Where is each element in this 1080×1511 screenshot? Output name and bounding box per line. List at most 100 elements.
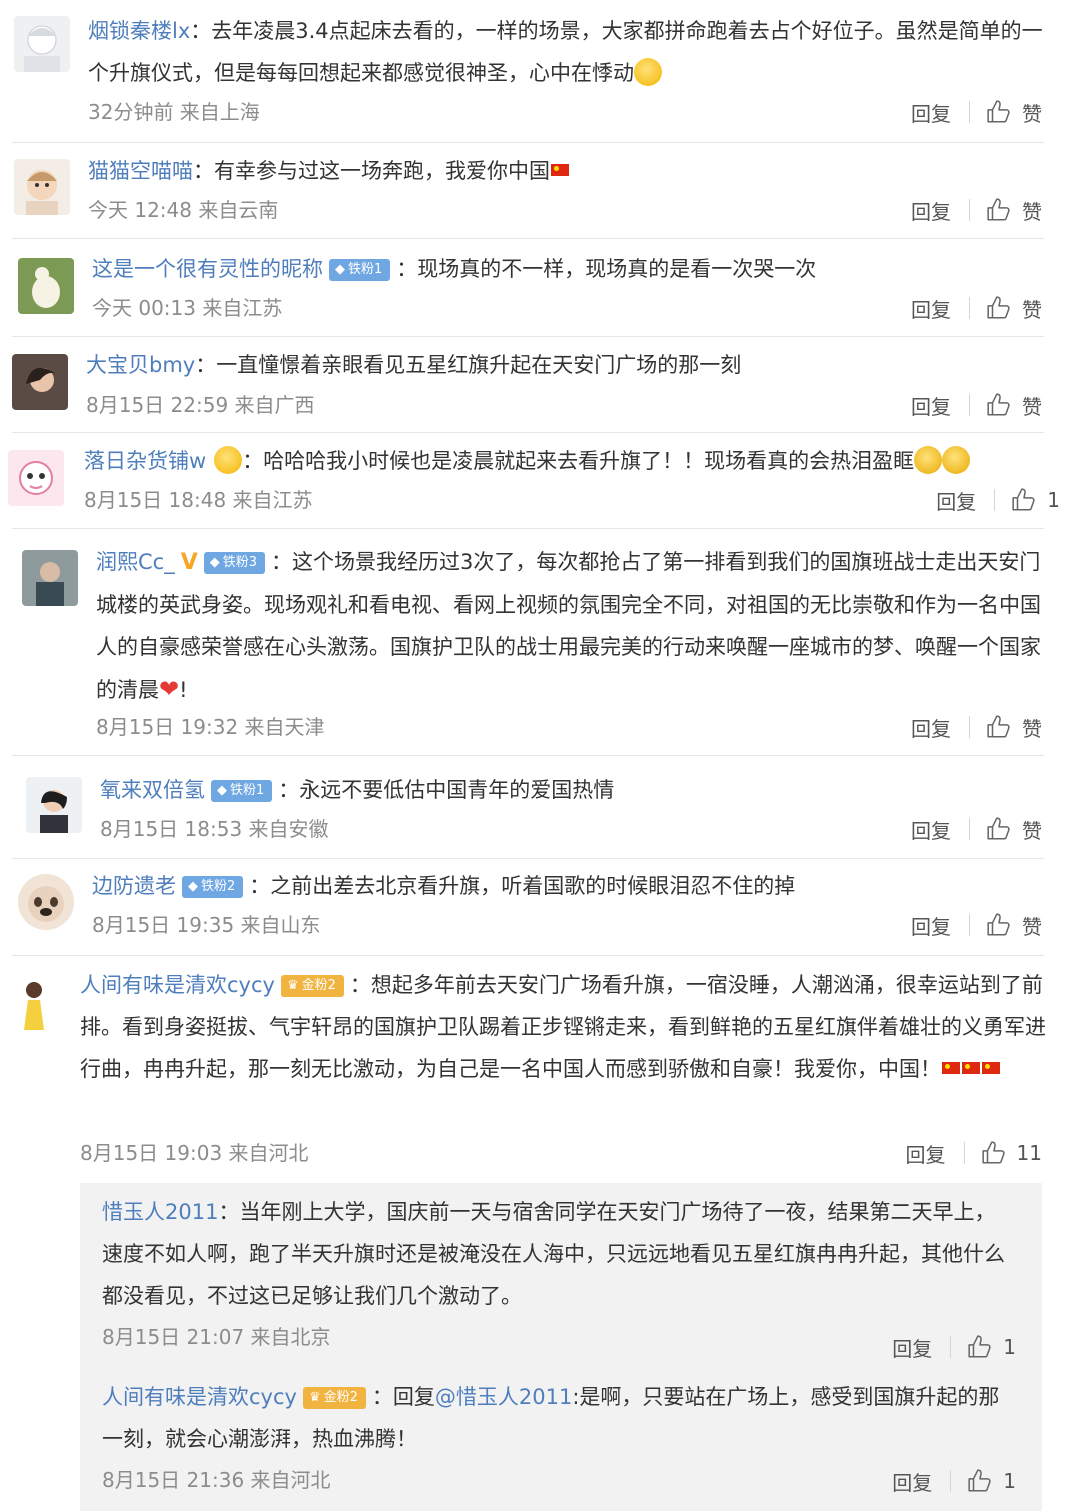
username-link[interactable]: 这是一个很有灵性的昵称 — [92, 257, 323, 281]
reply-button[interactable]: 回复 — [911, 713, 951, 742]
comment-body: 永远不要低估中国青年的爱国热情 — [299, 778, 615, 802]
username-link[interactable]: 惜玉人2011 — [102, 1200, 218, 1224]
reply-thread: 惜玉人2011：当年刚上大学，国庆前一天与宿舍同学在天安门广场待了一夜，结果第二… — [80, 1183, 1042, 1511]
thumbs-up-icon — [987, 198, 1010, 221]
comment-meta: 今天 12:48 来自云南 — [88, 198, 279, 222]
reply-button[interactable]: 回复 — [911, 294, 951, 323]
thumbs-up-icon — [987, 715, 1010, 738]
thumbs-up-icon — [968, 1469, 991, 1492]
reply-button[interactable]: 回复 — [936, 486, 976, 515]
like-button[interactable]: 11 — [981, 1140, 1042, 1166]
comment-meta: 8月15日 18:53 来自安徽 — [100, 817, 329, 841]
comment-body: 去年凌晨3.4点起床去看的，一样的场景，大家都拼命跑着去占个好位子。虽然是简单的… — [88, 19, 1043, 85]
diamond-icon: ◆ — [217, 783, 227, 798]
like-count: 1 — [1047, 488, 1060, 512]
like-count: 赞 — [1022, 101, 1042, 126]
avatar[interactable] — [14, 16, 70, 72]
thumbs-up-icon — [987, 817, 1010, 840]
comment-meta: 8月15日 19:03 来自河北 — [80, 1141, 309, 1165]
avatar[interactable] — [18, 874, 74, 930]
crying-emoji-icon — [914, 446, 943, 474]
thumbs-up-icon — [987, 296, 1010, 319]
thumbs-up-icon — [968, 1335, 991, 1358]
reply-button[interactable]: 回复 — [906, 1139, 946, 1168]
comment-text: 润熙Cc_ V ◆ 铁粉3 ：这个场景我经历过3次了，每次都抢占了第一排看到我们的国旗班… — [96, 550, 1041, 703]
reply-button[interactable]: 回复 — [892, 1467, 932, 1496]
reply-button[interactable]: 回复 — [911, 911, 951, 940]
divider — [12, 528, 1044, 529]
thumbs-up-icon — [981, 1141, 1005, 1164]
crown-icon: ♛ — [286, 978, 299, 993]
divider — [12, 432, 1044, 433]
avatar[interactable] — [22, 550, 78, 606]
reply-item: 人间有味是清欢cycy ♛ 金粉2 ：回复@惜玉人2011:是啊，只要站在广场上，感受… — [102, 1376, 1016, 1495]
diamond-icon: ◆ — [209, 555, 220, 570]
fan-badge: ◆ 铁粉1 — [211, 780, 273, 802]
divider — [994, 489, 996, 511]
china-flag-icon — [551, 164, 569, 176]
comment-meta: 8月15日 19:35 来自山东 — [92, 913, 321, 937]
divider — [969, 914, 970, 936]
username-link[interactable]: 落日杂货铺w — [84, 449, 206, 473]
divider — [969, 818, 970, 840]
avatar[interactable] — [14, 159, 70, 215]
avatar[interactable] — [18, 258, 74, 314]
fan-badge: ◆ 铁粉2 — [182, 876, 244, 898]
avatar[interactable] — [12, 354, 68, 410]
username-link[interactable]: 烟锁秦楼lx — [88, 19, 190, 43]
gold-fan-badge: ♛ 金粉2 — [280, 975, 344, 997]
reply-button[interactable]: 回复 — [892, 1333, 932, 1362]
heart-icon: ❤ — [159, 675, 180, 703]
thumbs-up-icon — [987, 393, 1010, 416]
username-link[interactable]: 人间有味是清欢cycy — [102, 1385, 297, 1409]
like-button[interactable]: 赞 — [986, 98, 1042, 127]
username-link[interactable]: 猫猫空喵喵 — [88, 159, 193, 183]
like-count: 赞 — [1022, 914, 1042, 939]
mention-link[interactable]: @惜玉人2011 — [435, 1385, 572, 1409]
like-button[interactable]: 1 — [1011, 487, 1060, 513]
comment-actions: 回复 赞 — [911, 815, 1042, 843]
weibo-comment-list: 烟锁秦楼lx：去年凌晨3.4点起床去看的，一样的场景，大家都拼命跑着去占个好位子… — [0, 0, 1080, 1511]
reply-button[interactable]: 回复 — [911, 815, 951, 844]
china-flag-icon — [962, 1062, 980, 1074]
username-link[interactable]: 人间有味是清欢cycy — [80, 973, 275, 997]
divider — [12, 955, 1044, 956]
crying-emoji-icon — [942, 446, 971, 474]
like-button[interactable]: 1 — [967, 1468, 1016, 1494]
like-button[interactable]: 1 — [967, 1334, 1016, 1360]
verified-icon: V — [180, 550, 198, 575]
comment-meta: 8月15日 22:59 来自广西 — [86, 393, 315, 417]
like-button[interactable]: 赞 — [986, 911, 1042, 940]
like-button[interactable]: 赞 — [986, 713, 1042, 742]
comment-actions: 回复 赞 — [911, 196, 1042, 224]
reply-actions: 回复 1 — [892, 1467, 1016, 1495]
avatar[interactable] — [8, 450, 64, 506]
comment-text: 人间有味是清欢cycy ♛ 金粉2 ：想起多年前去天安门广场看升旗，一宿没睡，人潮汹涌… — [80, 973, 1046, 1081]
diamond-icon: ◆ — [188, 879, 198, 894]
comment-meta: 32分钟前 来自上海 — [88, 100, 260, 124]
username-link[interactable]: 润熙Cc_ — [96, 550, 175, 574]
avatar[interactable] — [26, 777, 82, 833]
like-button[interactable]: 赞 — [986, 294, 1042, 323]
username-link[interactable]: 大宝贝bmy — [86, 353, 195, 377]
comment-text: 氧来双倍氢 ◆ 铁粉1 ：永远不要低估中国青年的爱国热情 — [100, 778, 615, 802]
like-count: 赞 — [1022, 394, 1042, 419]
like-count: 赞 — [1022, 297, 1042, 322]
like-button[interactable]: 赞 — [986, 815, 1042, 844]
reply-button[interactable]: 回复 — [911, 391, 951, 420]
like-button[interactable]: 赞 — [986, 391, 1042, 420]
reply-button[interactable]: 回复 — [911, 196, 951, 225]
username-link[interactable]: 边防遗老 — [92, 874, 176, 898]
reply-button[interactable]: 回复 — [911, 98, 951, 127]
divider — [950, 1470, 952, 1492]
divider — [969, 101, 970, 123]
crown-icon: ♛ — [308, 1390, 321, 1405]
like-button[interactable]: 赞 — [986, 196, 1042, 225]
china-flag-icon — [982, 1062, 1000, 1074]
comment-meta: 今天 00:13 来自江苏 — [92, 296, 283, 320]
avatar[interactable] — [6, 974, 62, 1030]
comment-meta: 8月15日 19:32 来自天津 — [96, 715, 325, 739]
username-link[interactable]: 氧来双倍氢 — [100, 778, 205, 802]
fan-badge: ◆ 铁粉3 — [203, 552, 266, 574]
thumbs-up-icon — [987, 100, 1010, 123]
